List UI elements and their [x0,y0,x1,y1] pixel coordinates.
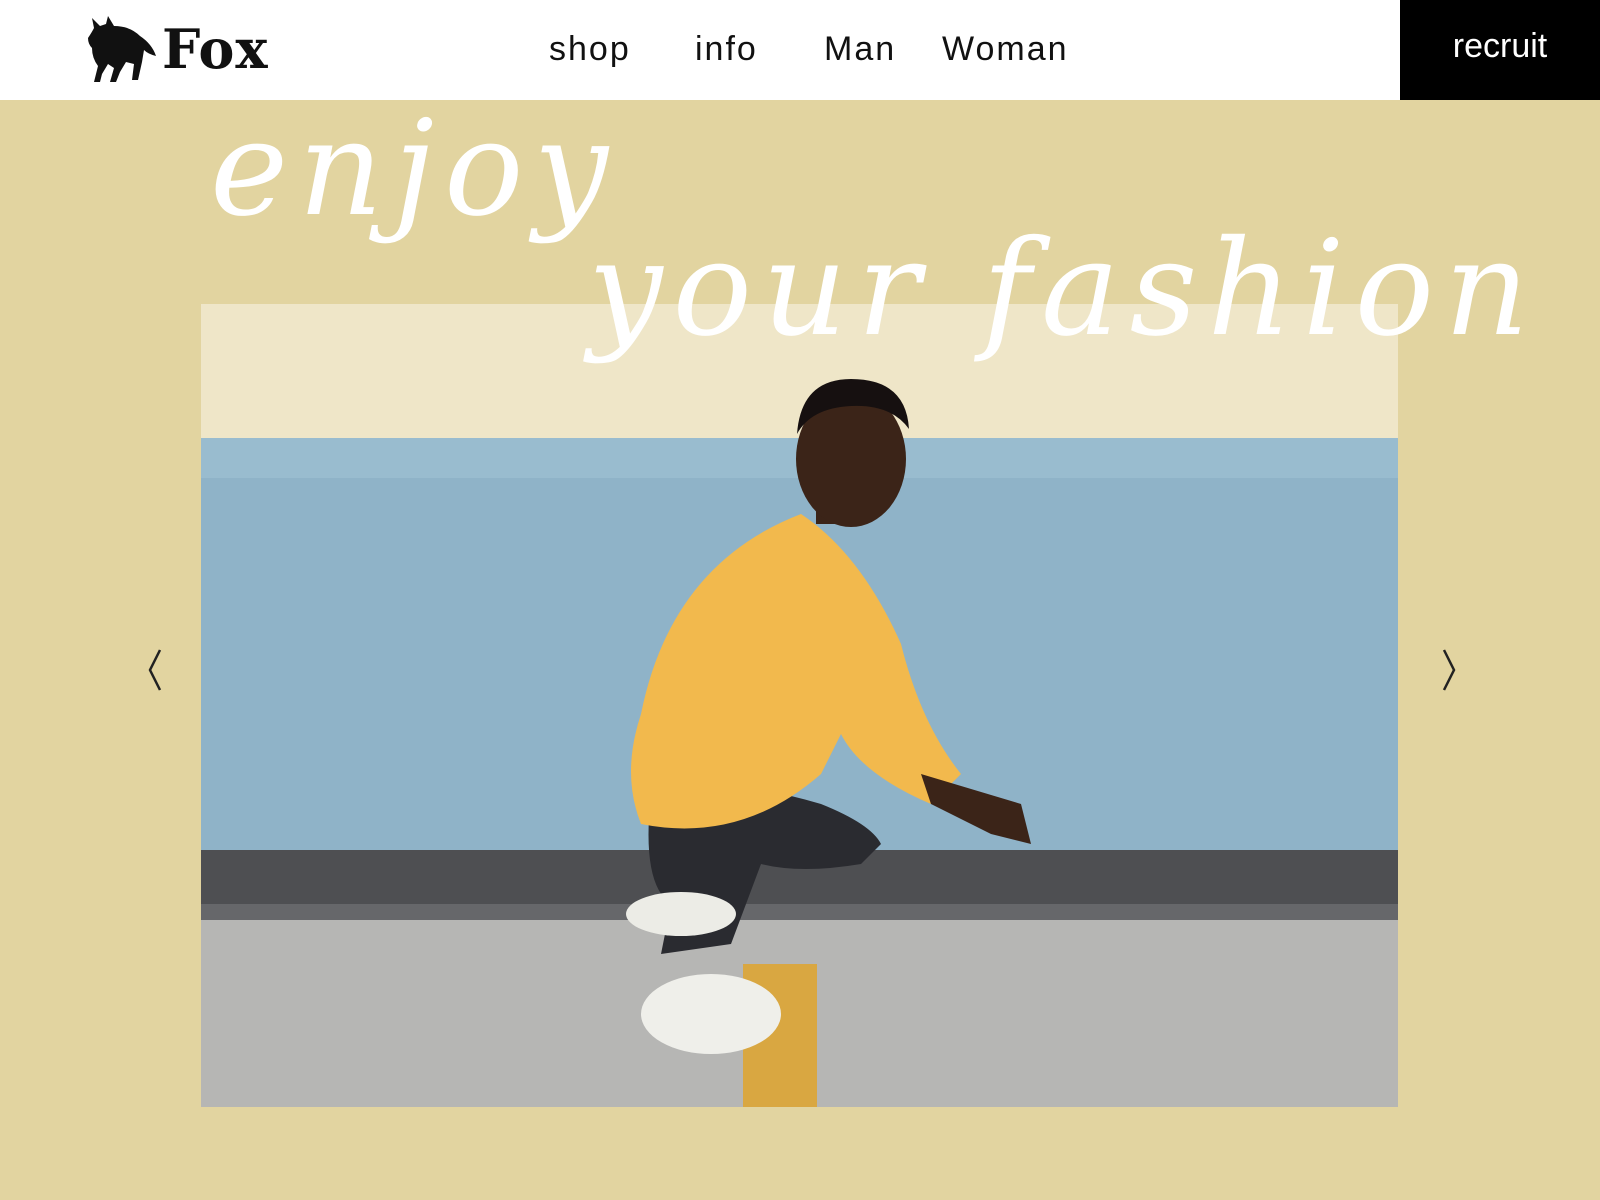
nav-man[interactable]: Man [824,30,896,69]
chevron-right-icon [1442,649,1456,691]
nav-info[interactable]: info [695,30,758,69]
chevron-left-icon [148,649,162,691]
nav-woman[interactable]: Woman [942,30,1069,69]
top-navigation-bar: Fox shop info Man Woman recruit [0,0,1600,100]
hero-photo [201,304,1398,1107]
tagline-line-1: enjoy [210,92,619,246]
nav-shop[interactable]: shop [549,30,631,69]
brand-logo[interactable]: Fox [86,12,269,86]
fox-icon [88,16,156,82]
carousel-prev-button[interactable] [136,640,176,700]
recruit-button[interactable]: recruit [1400,0,1600,100]
carousel-next-button[interactable] [1428,640,1468,700]
brand-name: Fox [162,17,269,81]
